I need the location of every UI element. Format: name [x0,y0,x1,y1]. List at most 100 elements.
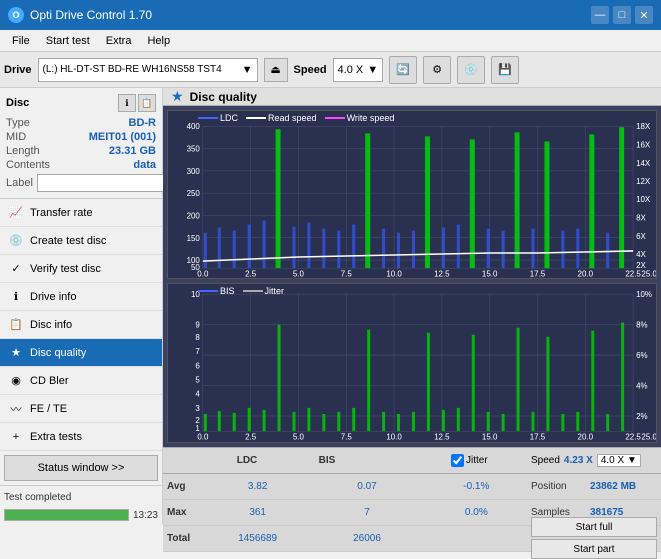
svg-text:6X: 6X [636,232,646,241]
svg-text:3: 3 [195,404,200,413]
svg-text:150: 150 [187,234,201,243]
titlebar-left: O Opti Drive Control 1.70 [8,7,152,23]
menu-help[interactable]: Help [139,33,178,49]
disc-icon-button[interactable]: 💿 [457,56,485,84]
transfer-rate-icon: 📈 [8,205,24,221]
sidebar-item-label: Disc info [30,319,72,331]
svg-text:2.5: 2.5 [245,269,257,278]
disc-label-input[interactable] [37,174,175,192]
eject-button[interactable]: ⏏ [264,58,288,82]
svg-text:22.5: 22.5 [625,269,641,278]
disc-header: Disc ℹ 📋 [6,94,156,112]
minimize-button[interactable]: — [591,6,609,24]
avg-label: Avg [163,481,203,492]
menu-start-test[interactable]: Start test [38,33,98,49]
jitter-checkbox-area[interactable]: Jitter [451,454,531,467]
max-bis: 7 [312,507,421,518]
app-title: Opti Drive Control 1.70 [30,8,152,22]
svg-text:20.0: 20.0 [578,433,594,442]
drive-value: (L:) HL-DT-ST BD-RE WH16NS58 TST4 [43,64,238,75]
stats-total-row: Total 1456689 26006 Start full Start par… [163,526,661,552]
create-test-disc-icon: 💿 [8,233,24,249]
total-cells: 1456689 26006 [203,533,531,544]
stats-header-row: LDC BIS Jitter Speed 4.23 X 4.0 X ▼ [163,448,661,474]
svg-text:15.0: 15.0 [482,269,498,278]
disc-contents-row: Contents data [6,158,156,172]
jitter-checkbox[interactable] [451,454,464,467]
sidebar-item-transfer-rate[interactable]: 📈 Transfer rate [0,199,162,227]
svg-text:12X: 12X [636,177,651,186]
bis-chart: BIS Jitter [167,283,657,442]
svg-text:25.0 GB: 25.0 GB [641,433,656,442]
speed-label: Speed [294,64,327,76]
disc-info-button[interactable]: ℹ [118,94,136,112]
svg-text:17.5: 17.5 [530,269,546,278]
disc-length-label: Length [6,145,40,157]
close-button[interactable]: ✕ [635,6,653,24]
sidebar-item-verify-test-disc[interactable]: ✓ Verify test disc [0,255,162,283]
chart1-legend: LDC Read speed Write speed [198,113,394,123]
window-controls: — □ ✕ [591,6,653,24]
bis-header: BIS [287,455,367,466]
svg-text:17.5: 17.5 [530,433,546,442]
svg-text:15.0: 15.0 [482,433,498,442]
disc-mid-row: MID MEIT01 (001) [6,130,156,144]
drive-selector[interactable]: (L:) HL-DT-ST BD-RE WH16NS58 TST4 ▼ [38,58,258,82]
total-jitter [422,533,531,544]
disc-mid-value: MEIT01 (001) [89,131,156,143]
write-speed-legend-label: Write speed [347,113,395,123]
write-speed-legend-color [325,117,345,119]
drivebar: Drive (L:) HL-DT-ST BD-RE WH16NS58 TST4 … [0,52,661,88]
maximize-button[interactable]: □ [613,6,631,24]
sidebar-item-create-test-disc[interactable]: 💿 Create test disc [0,227,162,255]
position-info-area: Position 23862 MB [531,481,661,492]
svg-text:18X: 18X [636,122,651,131]
position-value: 23862 MB [590,481,636,492]
main-layout: Disc ℹ 📋 Type BD-R MID MEIT01 (001) Leng… [0,88,661,524]
menu-file[interactable]: File [4,33,38,49]
position-label: Position [531,481,586,492]
status-window-button[interactable]: Status window >> [4,455,158,481]
ldc-header: LDC [207,455,287,466]
sidebar-item-disc-info[interactable]: 📋 Disc info [0,311,162,339]
status-text: Test completed [4,492,158,503]
sidebar-item-fe-te[interactable]: 〰 FE / TE [0,395,162,423]
sidebar-item-label: Disc quality [30,347,86,359]
start-part-button[interactable]: Start part [531,539,657,559]
sidebar-item-disc-quality[interactable]: ★ Disc quality [0,339,162,367]
disc-length-value: 23.31 GB [109,145,156,157]
jitter-legend-color [243,290,263,292]
sidebar-item-cd-bler[interactable]: ◉ CD Bler [0,367,162,395]
speed-selector[interactable]: 4.0 X ▼ [333,58,384,82]
sidebar-item-drive-info[interactable]: ℹ Drive info [0,283,162,311]
svg-text:22.5: 22.5 [625,433,641,442]
save-button[interactable]: 💾 [491,56,519,84]
ldc-legend-label: LDC [220,113,238,123]
avg-jitter: -0.1% [422,481,531,492]
start-full-button[interactable]: Start full [531,517,657,537]
disc-type-row: Type BD-R [6,116,156,130]
sidebar-item-label: Create test disc [30,235,106,247]
settings-button[interactable]: ⚙ [423,56,451,84]
progress-bar-fill [5,510,128,520]
disc-icon-buttons: ℹ 📋 [118,94,156,112]
max-jitter: 0.0% [422,507,531,518]
fe-te-icon: 〰 [8,401,24,417]
refresh-button[interactable]: 🔄 [389,56,417,84]
disc-mid-label: MID [6,131,26,143]
sidebar-item-extra-tests[interactable]: + Extra tests [0,423,162,451]
menu-extra[interactable]: Extra [98,33,140,49]
app-logo: O [8,7,24,23]
charts-area: LDC Read speed Write speed [163,106,661,447]
speed-info-label: Speed [531,455,560,466]
disc-length-row: Length 23.31 GB [6,144,156,158]
titlebar: O Opti Drive Control 1.70 — □ ✕ [0,0,661,30]
svg-text:10.0: 10.0 [386,269,402,278]
disc-contents-value: data [133,159,156,171]
disc-image-button[interactable]: 📋 [138,94,156,112]
avg-cells: 3.82 0.07 -0.1% [203,481,531,492]
speed-set-selector[interactable]: 4.0 X ▼ [597,454,641,467]
total-ldc: 1456689 [203,533,312,544]
sidebar-item-label: Drive info [30,291,76,303]
speed-set-chevron: ▼ [627,455,637,466]
